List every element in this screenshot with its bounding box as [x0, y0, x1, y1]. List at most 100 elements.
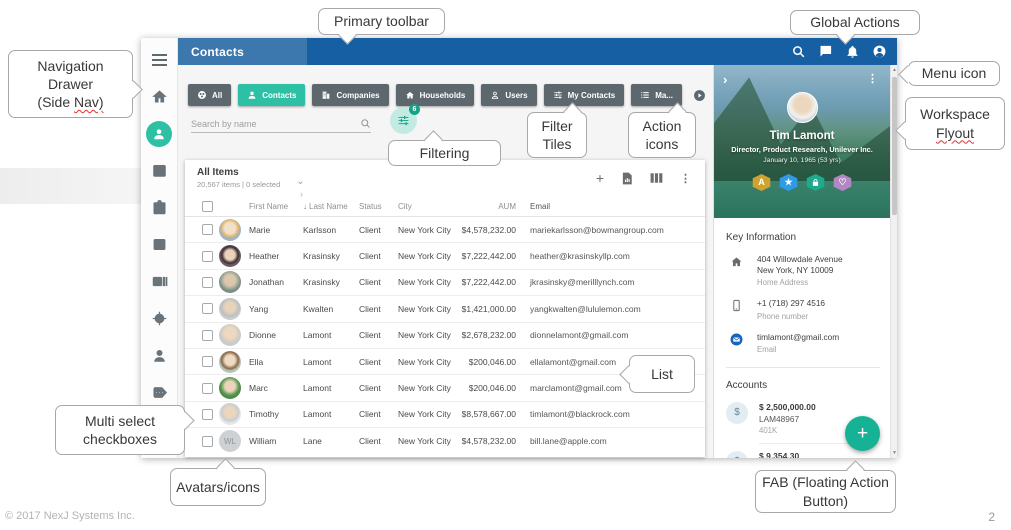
search-input[interactable]	[191, 119, 360, 129]
account-icon[interactable]	[872, 44, 887, 59]
table-row[interactable]: DionneLamont ClientNew York City $2,678,…	[185, 323, 705, 349]
page-number: 2	[988, 510, 995, 524]
list-selector-chevron-icon[interactable]: ⌄	[296, 176, 304, 187]
notifications-icon[interactable]	[845, 44, 860, 59]
contact-card-icon[interactable]	[141, 263, 177, 300]
home-icon[interactable]	[141, 78, 177, 115]
table-row[interactable]: HeatherKrasinsky ClientNew York City $7,…	[185, 243, 705, 269]
tile-my-contacts[interactable]: My Contacts	[544, 84, 625, 106]
account-item[interactable]: $ $ 9,354.30 45190035129 Chequing	[726, 451, 890, 458]
row-checkbox[interactable]	[202, 224, 213, 235]
flyout-menu-icon[interactable]: ⋮	[867, 72, 878, 85]
contact-role: Director, Product Research, Unilever Inc…	[731, 145, 873, 154]
contacts-icon	[146, 121, 172, 147]
address-item[interactable]: 404 Willowdale Avenue New York, NY 10009…	[726, 254, 890, 287]
row-checkbox[interactable]	[202, 277, 213, 288]
scroll-up-arrow-icon[interactable]: ▲	[891, 67, 898, 73]
sliders-icon	[397, 114, 410, 127]
tile-contacts[interactable]: Contacts	[238, 84, 305, 106]
row-checkbox[interactable]	[202, 251, 213, 262]
column-first-name[interactable]: First Name	[249, 202, 303, 211]
heart-badge-icon[interactable]: ♡	[833, 174, 853, 191]
filter-chip[interactable]: 6	[390, 107, 417, 134]
callout-list: List	[629, 355, 695, 393]
a-badge-icon[interactable]: A	[752, 174, 772, 191]
scrollbar-thumb[interactable]	[892, 77, 897, 215]
select-all-checkbox[interactable]	[202, 201, 213, 212]
row-checkbox[interactable]	[202, 383, 213, 394]
app-window: $ Contacts All Contacts	[141, 38, 897, 458]
accounts-heading: Accounts	[726, 380, 890, 391]
tile-marketing-truncated[interactable]: Ma...	[631, 84, 682, 106]
play-circle-icon[interactable]	[693, 89, 706, 102]
fab-button[interactable]: +	[845, 416, 880, 451]
callout-filtering: Filtering	[388, 140, 501, 166]
column-status[interactable]: Status	[359, 202, 398, 211]
search-icon[interactable]	[791, 44, 806, 59]
contacts-nav-active[interactable]	[141, 115, 177, 152]
phone-item[interactable]: +1 (718) 297 4516 Phone number	[726, 298, 890, 320]
row-checkbox[interactable]	[202, 303, 213, 314]
flyout-scrollbar[interactable]: ▲ ▼	[890, 65, 897, 458]
tile-companies[interactable]: Companies	[312, 84, 388, 106]
row-checkbox[interactable]	[202, 330, 213, 341]
scroll-down-arrow-icon[interactable]: ▼	[891, 450, 898, 456]
collapse-chevron-icon[interactable]: ›	[723, 73, 727, 86]
contact-birthdate: January 10, 1965 (53 yrs)	[763, 157, 840, 164]
avatar	[219, 271, 241, 293]
email-item[interactable]: timlamont@gmail.com Email	[726, 332, 890, 354]
avatar	[219, 219, 241, 241]
list-actions: + ⋮	[596, 171, 691, 185]
column-aum[interactable]: AUM	[458, 202, 518, 211]
target-icon[interactable]	[141, 300, 177, 337]
tile-label: Contacts	[262, 91, 296, 100]
export-icon[interactable]	[621, 172, 633, 185]
tile-all[interactable]: All	[188, 84, 231, 106]
email-icon	[726, 332, 746, 354]
callout-avatars: Avatars/icons	[170, 468, 266, 506]
table-row[interactable]: YangKwalten ClientNew York City $1,421,0…	[185, 296, 705, 322]
navigation-drawer: $	[141, 38, 178, 458]
column-email[interactable]: Email	[518, 202, 699, 211]
row-checkbox[interactable]	[202, 356, 213, 367]
avatar	[219, 324, 241, 346]
avatar	[219, 377, 241, 399]
column-city[interactable]: City	[398, 202, 458, 211]
building-icon	[321, 90, 331, 100]
calendar-icon[interactable]	[141, 152, 177, 189]
hamburger-menu-icon[interactable]	[141, 41, 177, 78]
contact-avatar[interactable]	[787, 92, 818, 123]
billing-icon[interactable]: $	[141, 226, 177, 263]
list-expand-arrow-icon[interactable]: ›	[300, 189, 303, 199]
row-checkbox[interactable]	[202, 409, 213, 420]
chat-icon[interactable]	[818, 44, 833, 59]
column-last-name[interactable]: ↓Last Name	[303, 202, 359, 211]
columns-icon[interactable]	[650, 172, 663, 184]
group-icon	[197, 90, 207, 100]
copyright-footer: © 2017 NexJ Systems Inc.	[5, 510, 135, 522]
table-row[interactable]: WL WilliamLane ClientNew York City $4,57…	[185, 428, 705, 454]
add-icon[interactable]: +	[596, 171, 604, 185]
star-badge-icon[interactable]: ★	[779, 174, 799, 191]
briefcase-icon[interactable]	[141, 189, 177, 226]
house-icon	[405, 90, 415, 100]
table-row[interactable]: TimothyLamont ClientNew York City $8,578…	[185, 402, 705, 428]
search-icon[interactable]	[360, 118, 371, 129]
tile-households[interactable]: Households	[396, 84, 475, 106]
callout-navigation-drawer: Navigation Drawer (Side Nav)	[8, 50, 133, 118]
person-outline-icon[interactable]	[141, 337, 177, 374]
dollar-icon: $	[726, 451, 748, 458]
mobile-icon	[726, 298, 746, 320]
row-checkbox[interactable]	[202, 436, 213, 447]
callout-workspace-flyout: Workspace Flyout	[905, 97, 1005, 150]
table-row[interactable]: MarieKarlsson ClientNew York City $4,578…	[185, 217, 705, 243]
more-icon[interactable]: ⋮	[680, 172, 691, 185]
tile-users[interactable]: Users	[481, 84, 536, 106]
table-row[interactable]: JonathanKrasinsky ClientNew York City $7…	[185, 270, 705, 296]
dollar-icon: $	[726, 402, 748, 424]
filter-count-badge: 6	[409, 104, 420, 115]
list-subtitle: 20,567 items | 0 selected	[197, 180, 280, 189]
lock-badge-icon[interactable]	[806, 174, 826, 191]
primary-toolbar: Contacts	[178, 38, 897, 65]
flyout-content: › ⋮ Tim Lamont Director, Product Researc…	[714, 65, 890, 458]
